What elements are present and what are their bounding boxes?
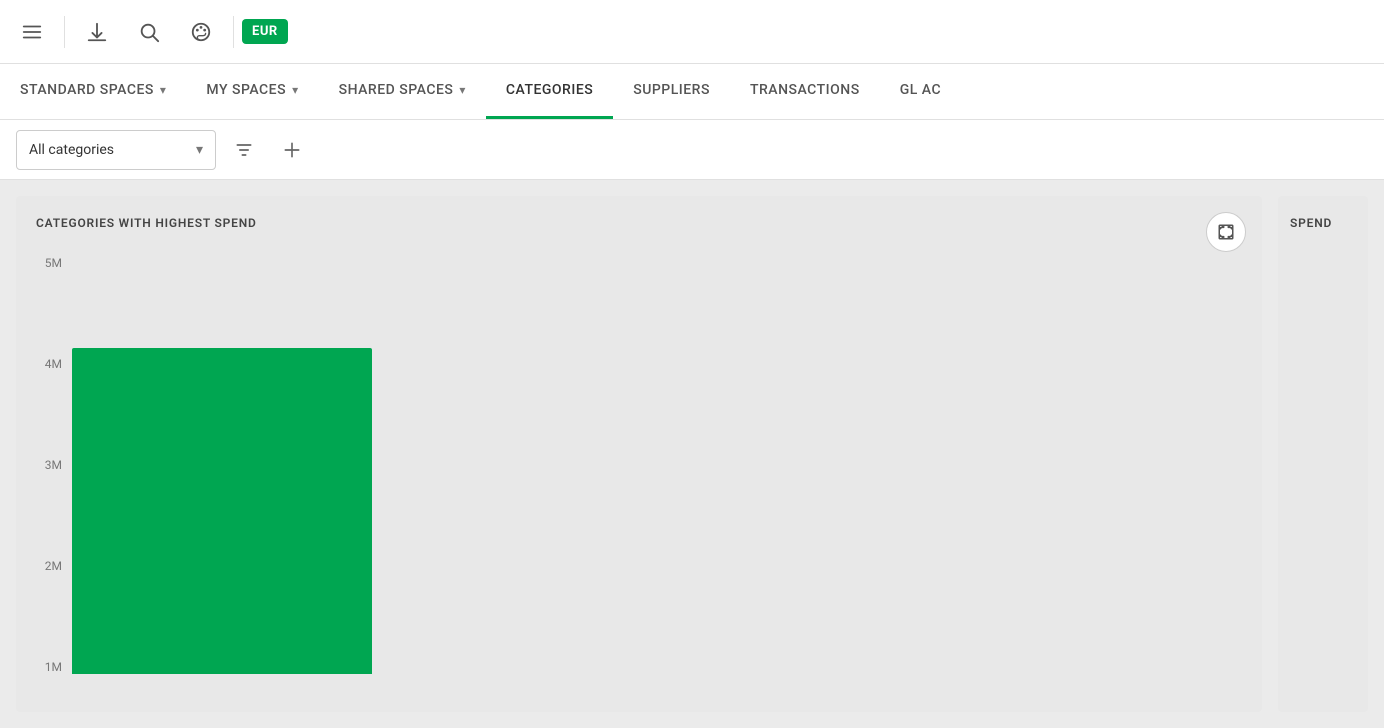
- spend-card: SPEND: [1278, 196, 1368, 712]
- add-icon: [282, 140, 302, 160]
- tab-gl-ac[interactable]: GL AC: [880, 64, 961, 119]
- search-button[interactable]: [125, 8, 173, 56]
- spend-card-title: SPEND: [1290, 216, 1356, 230]
- tab-categories[interactable]: CATEGORIES: [486, 64, 613, 119]
- tab-shared-spaces[interactable]: SHARED SPACES ▾: [319, 64, 486, 119]
- main-content: CATEGORIES WITH HIGHEST SPEND 5M 4M 3M 2…: [0, 180, 1384, 728]
- chevron-down-icon: ▾: [459, 83, 466, 97]
- filter-icon: [234, 140, 254, 160]
- menu-button[interactable]: [8, 8, 56, 56]
- palette-button[interactable]: [177, 8, 225, 56]
- y-axis: 5M 4M 3M 2M 1M: [36, 256, 72, 674]
- tab-transactions[interactable]: TRANSACTIONS: [730, 64, 880, 119]
- y-label-4m: 4M: [45, 357, 62, 371]
- bar-1[interactable]: [72, 348, 372, 674]
- chevron-down-icon: ▾: [160, 83, 167, 97]
- chevron-down-icon: ▾: [196, 142, 203, 158]
- nav-tabs: STANDARD SPACES ▾ MY SPACES ▾ SHARED SPA…: [0, 64, 1384, 120]
- chart-card-title: CATEGORIES WITH HIGHEST SPEND: [36, 216, 1242, 230]
- download-icon: [86, 21, 108, 43]
- filter-button[interactable]: [224, 130, 264, 170]
- toolbar-divider-1: [64, 16, 65, 48]
- search-icon: [138, 21, 160, 43]
- chevron-down-icon: ▾: [292, 83, 299, 97]
- y-label-1m: 1M: [45, 660, 62, 674]
- palette-icon: [190, 21, 212, 43]
- expand-icon: [1217, 223, 1235, 241]
- currency-badge[interactable]: EUR: [242, 19, 288, 44]
- y-label-3m: 3M: [45, 458, 62, 472]
- filter-bar: All categories ▾: [0, 120, 1384, 180]
- menu-icon: [21, 21, 43, 43]
- toolbar: EUR: [0, 0, 1384, 64]
- chart-bars: [72, 256, 1242, 674]
- y-label-5m: 5M: [45, 256, 62, 270]
- tab-suppliers[interactable]: SUPPLIERS: [613, 64, 730, 119]
- chart-area: 5M 4M 3M 2M 1M: [36, 246, 1242, 674]
- category-select[interactable]: All categories ▾: [16, 130, 216, 170]
- toolbar-divider-2: [233, 16, 234, 48]
- download-button[interactable]: [73, 8, 121, 56]
- tab-standard-spaces[interactable]: STANDARD SPACES ▾: [0, 64, 186, 119]
- y-label-2m: 2M: [45, 559, 62, 573]
- expand-button[interactable]: [1206, 212, 1246, 252]
- tab-my-spaces[interactable]: MY SPACES ▾: [186, 64, 318, 119]
- categories-chart-card: CATEGORIES WITH HIGHEST SPEND 5M 4M 3M 2…: [16, 196, 1262, 712]
- add-filter-button[interactable]: [272, 130, 312, 170]
